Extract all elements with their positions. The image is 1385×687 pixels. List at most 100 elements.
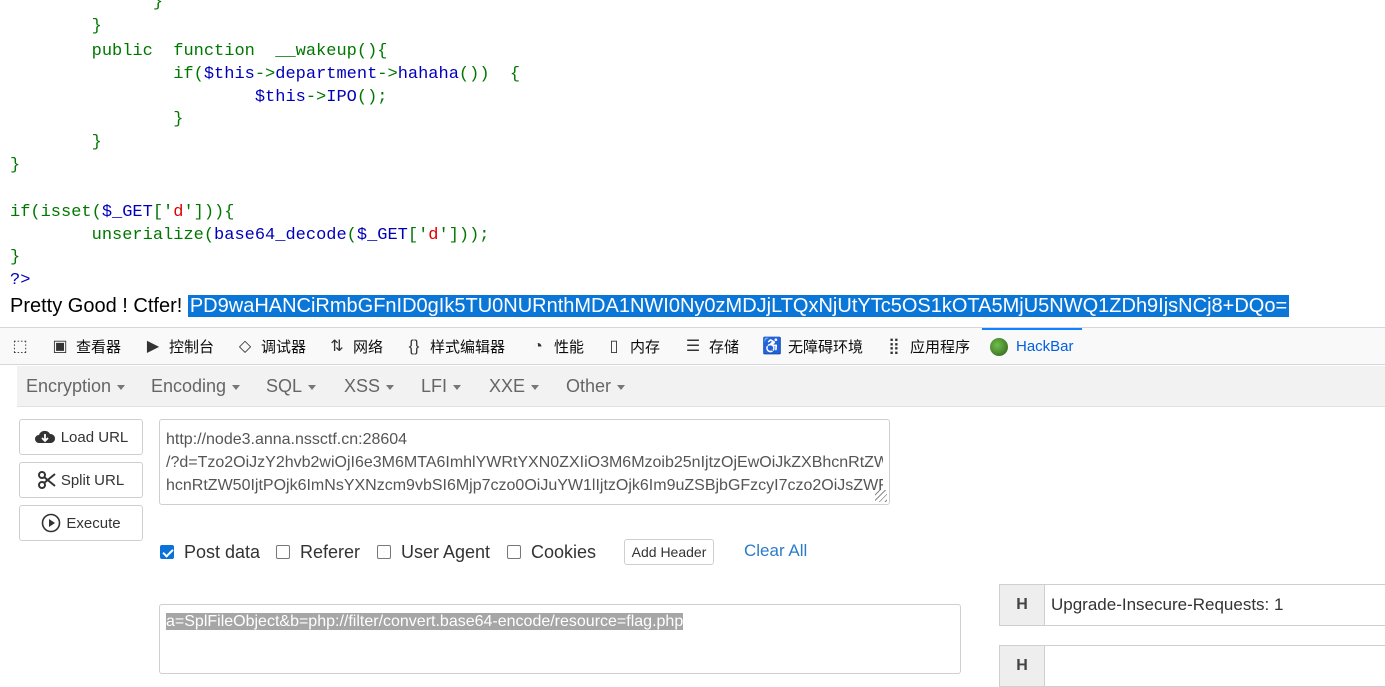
code-token: ['	[152, 203, 174, 222]
code-line: }	[10, 131, 102, 154]
code-token: }	[91, 133, 102, 152]
memory-icon: ▯	[609, 337, 619, 355]
code-token: public function __wakeup(){	[91, 42, 388, 61]
menu-encryption[interactable]: Encryption	[26, 366, 126, 406]
cookies-checkbox[interactable]	[507, 545, 521, 559]
menu-lfi[interactable]: LFI	[421, 366, 462, 406]
code-token: }	[10, 156, 21, 175]
code-token: if(	[173, 65, 204, 84]
referer-option[interactable]: Referer	[276, 541, 360, 563]
php-source: } } public function __wakeup(){ if( $this…	[0, 0, 1385, 290]
performance-icon: ◔	[533, 337, 543, 355]
resize-handle[interactable]	[875, 490, 887, 502]
output-prefix: Pretty Good ! Ctfer!	[10, 295, 188, 317]
code-line: ?>	[10, 269, 30, 292]
code-token: ()) {	[458, 65, 521, 84]
execute-button[interactable]: Execute	[19, 505, 143, 541]
menu-label: Encryption	[26, 376, 112, 396]
menu-other[interactable]: Other	[566, 366, 626, 406]
clear-all-link[interactable]: Clear All	[744, 540, 807, 562]
split-url-label: Split URL	[60, 471, 125, 489]
code-token: $this	[254, 88, 306, 107]
code-token: if(isset(	[10, 203, 102, 222]
post-data-option[interactable]: Post data	[160, 541, 260, 563]
code-token: ['	[407, 226, 429, 245]
post-body-text: a=SplFileObject&b=php://filter/convert.b…	[166, 613, 684, 630]
menu-label: XSS	[344, 376, 381, 396]
header-value-input[interactable]	[1045, 646, 1051, 686]
code-line: $this->IPO();	[10, 86, 388, 109]
devtools-tab-storage[interactable]: ☰ 存储	[683, 328, 739, 365]
code-token: ->	[254, 65, 276, 84]
devtools-tab-memory[interactable]: ▯ 内存	[604, 328, 660, 365]
devtools-tab-accessibility[interactable]: ♿ 无障碍环境	[762, 328, 863, 365]
code-token: d	[428, 226, 439, 245]
user-agent-label: User Agent	[401, 541, 491, 562]
devtools-tab-network[interactable]: ⇅ 网络	[327, 328, 383, 365]
hackbar-menu: Encryption Encoding SQL XSS LFI XXE Other	[17, 366, 1385, 407]
devtools-tab-inspector[interactable]: ▣ 查看器	[50, 328, 121, 365]
menu-xss[interactable]: XSS	[344, 366, 395, 406]
header-key: H	[1000, 646, 1045, 686]
referer-checkbox[interactable]	[276, 545, 290, 559]
load-url-button[interactable]: Load URL	[19, 419, 143, 455]
header-value-input[interactable]: Upgrade-Insecure-Requests: 1	[1045, 585, 1283, 625]
caret-down-icon	[117, 384, 126, 390]
menu-label: SQL	[266, 376, 303, 396]
devtools-tab-style-editor[interactable]: {} 样式编辑器	[404, 328, 505, 365]
devtools-pick-element-button[interactable]: ⬚	[10, 328, 36, 365]
devtools-tab-label: 样式编辑器	[430, 339, 506, 356]
code-token: IPO	[326, 88, 357, 107]
devtools-tab-hackbar[interactable]: HackBar	[982, 328, 1082, 365]
user-agent-option[interactable]: User Agent	[377, 541, 490, 563]
menu-sql[interactable]: SQL	[266, 366, 317, 406]
code-line: if($this->department->hahaha()) {	[10, 63, 520, 86]
cookies-label: Cookies	[531, 541, 597, 562]
devtools-tab-console[interactable]: ▶ 控制台	[143, 328, 214, 365]
menu-encoding[interactable]: Encoding	[151, 366, 241, 406]
post-data-checkbox[interactable]	[160, 545, 174, 559]
menu-xxe[interactable]: XXE	[489, 366, 540, 406]
code-line: }	[10, 246, 20, 269]
header-key: H	[1000, 585, 1045, 625]
accessibility-icon: ♿	[762, 337, 782, 355]
load-url-label: Load URL	[60, 428, 129, 446]
execute-label: Execute	[66, 514, 121, 532]
url-line: hcnRtZW50IjtPOjk6ImNsYXNzcm9vbSI6Mjp7czo…	[166, 477, 883, 494]
devtools-tab-application[interactable]: ⣿ 应用程序	[884, 328, 970, 365]
post-body-textarea[interactable]: a=SplFileObject&b=php://filter/convert.b…	[159, 604, 961, 674]
menu-label: Encoding	[151, 376, 227, 396]
devtools-tab-debugger[interactable]: ◇ 调试器	[235, 328, 306, 365]
application-icon: ⣿	[888, 337, 900, 355]
code-token: (	[346, 226, 357, 245]
devtools-tab-label: 无障碍环境	[788, 339, 864, 356]
user-agent-checkbox[interactable]	[377, 545, 391, 559]
caret-down-icon	[617, 384, 626, 390]
split-url-button[interactable]: Split URL	[19, 462, 143, 498]
devtools-tab-label: 应用程序	[910, 339, 971, 356]
code-token: }	[91, 17, 102, 36]
hackbar-icon	[990, 337, 1008, 356]
devtools-tab-label: 控制台	[169, 339, 215, 356]
menu-label: Other	[566, 376, 612, 396]
caret-down-icon	[386, 384, 395, 390]
code-token: hahaha	[397, 65, 459, 84]
menu-label: LFI	[421, 376, 448, 396]
code-line: }	[10, 108, 183, 131]
play-circle-icon	[41, 513, 61, 533]
url-line: http://node3.anna.nssctf.cn:28604	[166, 431, 408, 448]
selected-base64-output[interactable]: PD9waHANCiRmbGFnID0gIk5TU0NURnthMDA1NWI0…	[187, 295, 1290, 317]
code-line: }	[10, 0, 163, 14]
header-row: H Upgrade-Insecure-Requests: 1	[999, 584, 1385, 626]
caret-down-icon	[232, 384, 241, 390]
cookies-option[interactable]: Cookies	[507, 541, 596, 563]
url-textarea[interactable]: http://node3.anna.nssctf.cn:28604 /?d=Tz…	[159, 419, 890, 505]
code-line: if(isset($_GET['d'])){	[10, 201, 234, 224]
code-line: unserialize(base64_decode($_GET['d']));	[10, 224, 490, 247]
devtools-tab-performance[interactable]: ◔ 性能	[528, 328, 584, 365]
code-token: $_GET	[101, 203, 153, 222]
storage-icon: ☰	[685, 337, 701, 355]
add-header-button[interactable]: Add Header	[624, 539, 714, 565]
console-icon: ▶	[146, 337, 160, 355]
caret-down-icon	[453, 384, 462, 390]
